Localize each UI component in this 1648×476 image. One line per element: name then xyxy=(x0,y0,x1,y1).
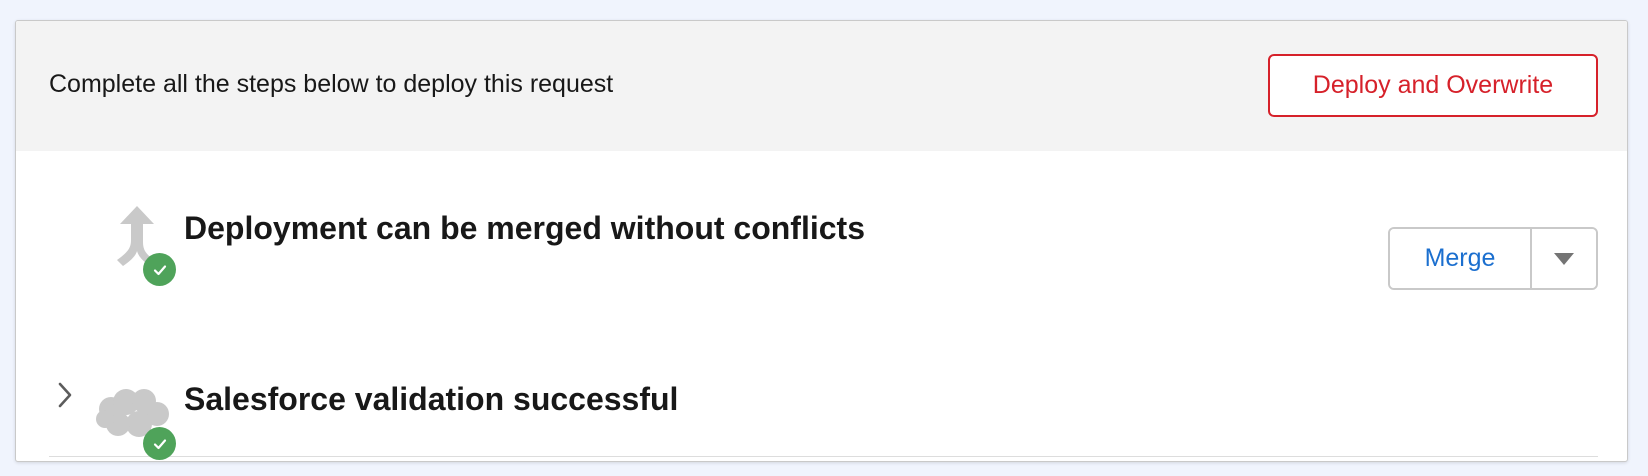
deploy-instruction-text: Complete all the steps below to deploy t… xyxy=(49,70,614,98)
merge-split-button: Merge xyxy=(1388,227,1598,290)
salesforce-validation-step: Salesforce validation successful xyxy=(16,350,1627,461)
merge-step-title: Deployment can be merged without conflic… xyxy=(184,210,865,246)
chevron-right-icon[interactable] xyxy=(52,380,78,410)
panel-header: Complete all the steps below to deploy t… xyxy=(16,21,1627,151)
merge-step: Deployment can be merged without conflic… xyxy=(16,151,1627,457)
salesforce-validation-title: Salesforce validation successful xyxy=(184,381,679,417)
caret-down-icon xyxy=(1554,252,1574,265)
success-check-icon xyxy=(143,253,176,286)
merge-options-dropdown-button[interactable] xyxy=(1532,229,1596,288)
merge-button[interactable]: Merge xyxy=(1390,229,1532,288)
deployment-steps-panel: Complete all the steps below to deploy t… xyxy=(15,20,1628,462)
deploy-and-overwrite-button[interactable]: Deploy and Overwrite xyxy=(1268,54,1598,117)
success-check-icon xyxy=(143,427,176,460)
